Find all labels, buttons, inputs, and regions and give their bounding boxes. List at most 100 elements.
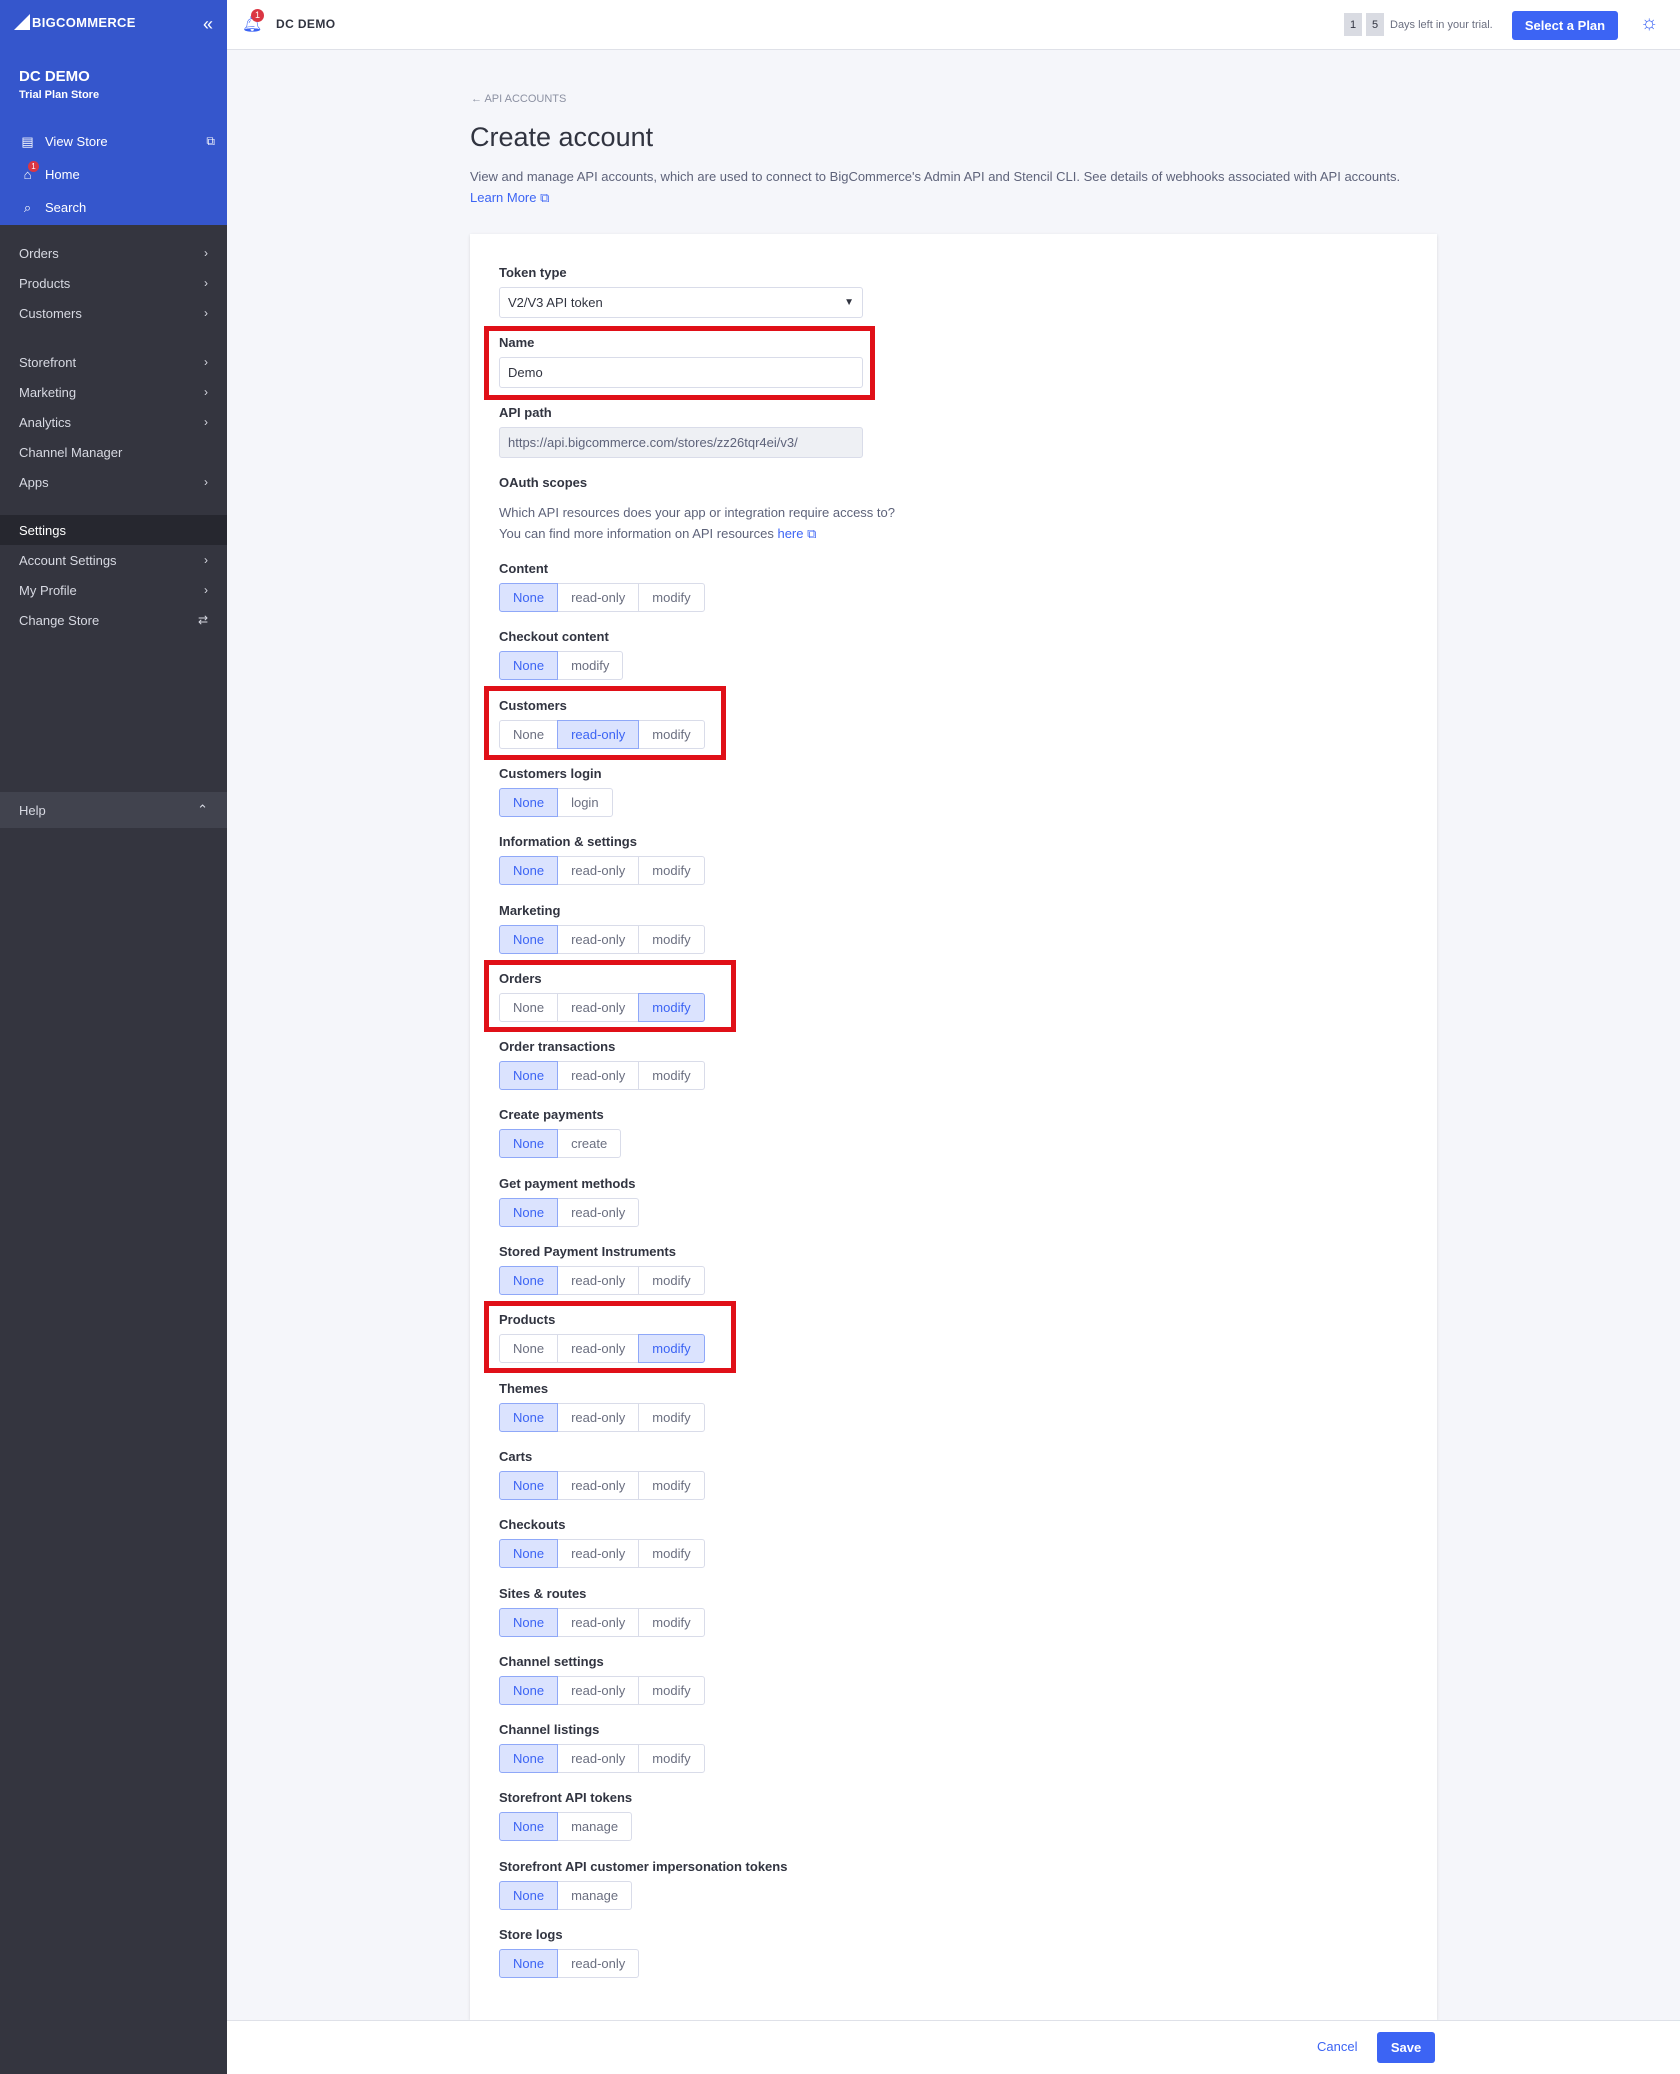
bigcommerce-logo[interactable]: BIG COMMERCE <box>14 14 136 30</box>
scope-option-read-only[interactable]: read-only <box>557 1607 640 1637</box>
scope-segmented-control: None read-only modify <box>499 1266 705 1295</box>
scope-option-manage[interactable]: manage <box>557 1812 633 1842</box>
scope-option-None[interactable]: None <box>499 1949 559 1978</box>
scope-option-read-only[interactable]: read-only <box>557 1539 640 1569</box>
scope-option-None[interactable]: None <box>499 1061 559 1091</box>
scope-option-modify[interactable]: modify <box>638 1334 705 1364</box>
scope-option-None[interactable]: None <box>499 1470 559 1500</box>
scope-option-read-only[interactable]: read-only <box>557 856 640 886</box>
scope-option-modify[interactable]: modify <box>638 1675 705 1705</box>
scope-option-modify[interactable]: modify <box>638 1061 705 1091</box>
sidebar-item-label: Channel Manager <box>19 444 123 460</box>
view-store-link[interactable]: ▤ View Store ⧉ <box>20 134 215 150</box>
scope-label: Themes <box>499 1380 549 1396</box>
save-button[interactable]: Save <box>1377 2032 1435 2063</box>
sidebar-item-products[interactable]: Products › <box>0 268 227 298</box>
scope-option-read-only[interactable]: read-only <box>557 1266 640 1295</box>
scope-option-read-only[interactable]: read-only <box>557 1061 640 1091</box>
scope-segmented-control: None read-only modify <box>499 583 705 612</box>
scope-option-read-only[interactable]: read-only <box>557 1949 640 1978</box>
scope-option-read-only[interactable]: read-only <box>557 1675 640 1705</box>
view-store-label: View Store <box>45 134 108 149</box>
learn-more-link[interactable]: Learn More ⧉ <box>470 190 549 205</box>
scope-option-login[interactable]: login <box>557 787 613 817</box>
scope-option-modify[interactable]: modify <box>557 651 624 681</box>
scope-row: Checkout content None modify <box>499 629 624 681</box>
scope-option-None[interactable]: None <box>499 1607 559 1637</box>
sidebar-item-label: Products <box>19 275 71 291</box>
scope-option-read-only[interactable]: read-only <box>557 583 640 612</box>
sidebar-item-storefront[interactable]: Storefront › <box>0 347 227 377</box>
chevron-right-icon: › <box>204 415 208 429</box>
sidebar-item-marketing[interactable]: Marketing › <box>0 377 227 407</box>
sidebar-item-channel-manager[interactable]: Channel Manager <box>0 437 227 467</box>
api-resources-link[interactable]: here ⧉ <box>777 526 816 541</box>
scope-option-read-only[interactable]: read-only <box>557 719 640 749</box>
scope-option-modify[interactable]: modify <box>638 992 705 1022</box>
scope-option-read-only[interactable]: read-only <box>557 924 640 954</box>
scope-option-read-only[interactable]: read-only <box>557 1744 640 1774</box>
scope-option-modify[interactable]: modify <box>638 1402 705 1432</box>
select-plan-button[interactable]: Select a Plan <box>1512 11 1618 40</box>
scope-label: Order transactions <box>499 1039 616 1055</box>
scope-option-modify[interactable]: modify <box>638 1607 705 1637</box>
token-type-select[interactable]: V2/V3 API token ▼ <box>499 287 863 318</box>
scope-option-None[interactable]: None <box>499 1675 559 1705</box>
sidebar-help[interactable]: Help ⌃ <box>0 792 227 828</box>
scope-option-None[interactable]: None <box>499 856 559 886</box>
scope-label: Marketing <box>499 902 561 918</box>
collapse-sidebar-icon[interactable]: « <box>203 14 213 35</box>
sidebar-item-analytics[interactable]: Analytics › <box>0 407 227 437</box>
scope-option-create[interactable]: create <box>557 1129 622 1159</box>
scope-segmented-control: None read-only modify <box>499 1607 705 1637</box>
scope-option-None[interactable]: None <box>499 924 559 954</box>
scope-option-None[interactable]: None <box>499 1812 559 1842</box>
store-plan: Trial Plan Store <box>19 89 100 101</box>
scope-segmented-control: None read-only <box>499 1197 640 1227</box>
store-info: DC DEMO Trial Plan Store <box>19 68 99 101</box>
scope-option-manage[interactable]: manage <box>557 1880 633 1910</box>
scope-option-None[interactable]: None <box>499 1266 559 1295</box>
cancel-button[interactable]: Cancel <box>1317 2039 1357 2054</box>
scope-option-modify[interactable]: modify <box>638 924 705 954</box>
scope-option-None[interactable]: None <box>499 1744 559 1774</box>
scope-option-modify[interactable]: modify <box>638 1470 705 1500</box>
scope-option-None[interactable]: None <box>499 1880 559 1910</box>
sidebar-item-label: Analytics <box>19 414 72 430</box>
scope-option-None[interactable]: None <box>499 1539 559 1569</box>
page-description: View and manage API accounts, which are … <box>470 166 1430 208</box>
sidebar-item-my-profile[interactable]: My Profile › <box>0 575 227 605</box>
sidebar-item-change-store[interactable]: Change Store ⇄ <box>0 605 227 635</box>
scope-option-None[interactable]: None <box>499 651 559 681</box>
sidebar-item-account-settings[interactable]: Account Settings › <box>0 545 227 575</box>
lightbulb-icon[interactable]: ☼ <box>1640 12 1658 35</box>
scope-option-read-only[interactable]: read-only <box>557 1470 640 1500</box>
scope-option-modify[interactable]: modify <box>638 1539 705 1569</box>
scope-option-modify[interactable]: modify <box>638 1744 705 1774</box>
sidebar-item-orders[interactable]: Orders › <box>0 238 227 268</box>
scope-option-None[interactable]: None <box>499 583 559 612</box>
scope-row: Channel listings None read-only modify <box>499 1722 705 1774</box>
scope-row: Store logs None read-only <box>499 1927 640 1978</box>
scope-option-None[interactable]: None <box>499 1402 559 1432</box>
scope-option-modify[interactable]: modify <box>638 856 705 886</box>
sidebar-item-apps[interactable]: Apps › <box>0 467 227 497</box>
scope-option-read-only[interactable]: read-only <box>557 1197 640 1227</box>
scope-option-modify[interactable]: modify <box>638 1266 705 1295</box>
search-link[interactable]: ⌕ Search <box>20 200 215 216</box>
sidebar-item-customers[interactable]: Customers › <box>0 298 227 328</box>
sidebar-item-settings[interactable]: Settings <box>0 515 227 545</box>
scope-row: Marketing None read-only modify <box>499 903 705 954</box>
home-link[interactable]: ⌂ 1 Home <box>20 161 215 182</box>
scope-segmented-control: None modify <box>499 651 624 681</box>
scope-option-read-only[interactable]: read-only <box>557 1402 640 1432</box>
scope-option-modify[interactable]: modify <box>638 583 705 612</box>
token-type-value: V2/V3 API token <box>508 295 603 310</box>
scope-option-None[interactable]: None <box>499 1129 559 1159</box>
scope-row: Stored Payment Instruments None read-only m… <box>499 1244 705 1295</box>
oauth-description: Which API resources does your app or int… <box>499 502 895 544</box>
scope-option-None[interactable]: None <box>499 1197 559 1227</box>
scope-option-None[interactable]: None <box>499 787 559 817</box>
form-footer: Cancel Save <box>227 2020 1680 2074</box>
breadcrumb[interactable]: ← API ACCOUNTS <box>471 93 566 105</box>
